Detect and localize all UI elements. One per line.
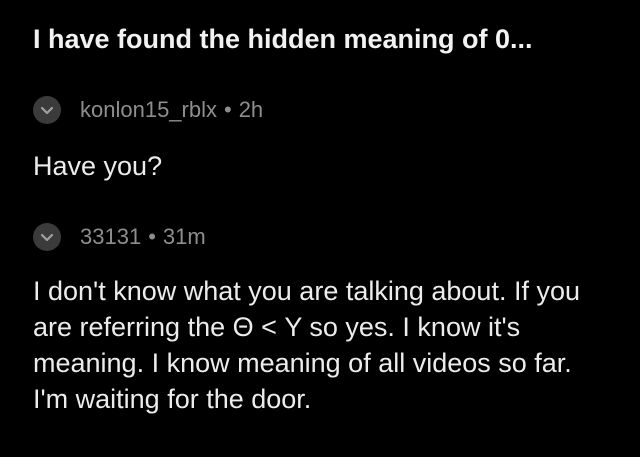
comment-time: 2h	[238, 97, 264, 122]
chevron-down-icon[interactable]	[33, 96, 61, 124]
comment-body: I don't know what you are talking about.…	[33, 276, 580, 414]
meta-separator: •	[223, 97, 232, 122]
comment-header: 33131 • 31m	[33, 223, 206, 251]
comment-username[interactable]: 33131	[80, 224, 141, 250]
comment-body: Have you?	[33, 151, 163, 181]
post-title: I have found the hidden meaning of 0...	[33, 24, 533, 54]
chevron-down-icon[interactable]	[33, 223, 61, 251]
comment-time: 31m	[162, 224, 206, 249]
comment-header: konlon15_rblx • 2h	[33, 96, 263, 124]
comment-username[interactable]: konlon15_rblx	[80, 97, 217, 123]
meta-separator: •	[148, 224, 156, 249]
